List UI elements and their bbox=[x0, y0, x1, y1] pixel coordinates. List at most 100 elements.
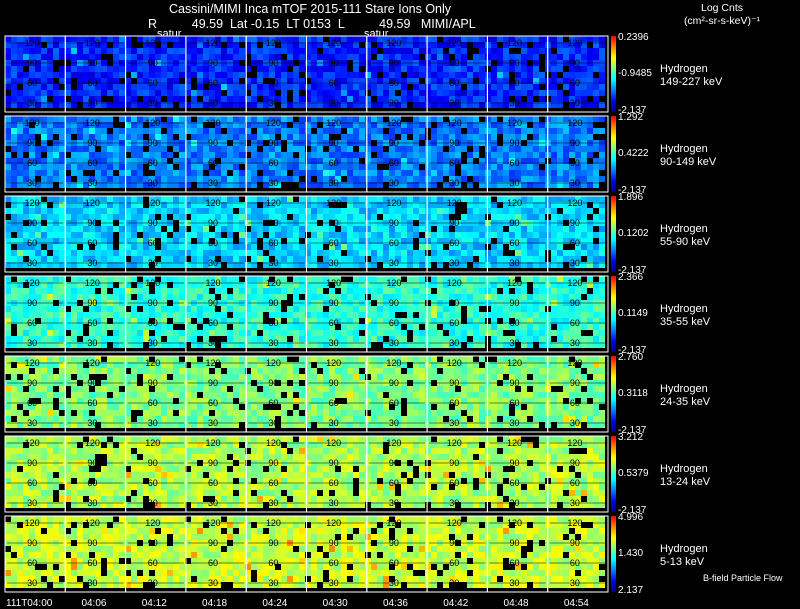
heatmap-cell bbox=[239, 250, 245, 256]
heatmap-cell bbox=[167, 312, 173, 318]
heatmap-cell bbox=[581, 176, 587, 182]
heatmap-cell bbox=[455, 128, 461, 134]
heatmap-cell bbox=[215, 368, 221, 374]
heatmap-cell bbox=[17, 324, 23, 330]
heatmap-cell bbox=[317, 208, 323, 214]
heatmap-cell bbox=[143, 250, 149, 256]
heatmap-cell bbox=[161, 134, 167, 140]
heatmap-cell bbox=[179, 48, 185, 54]
heatmap-cell bbox=[179, 54, 185, 60]
heatmap-cell bbox=[497, 244, 503, 250]
heatmap-cell bbox=[497, 250, 503, 256]
heatmap-cell bbox=[353, 36, 359, 42]
heatmap-cell bbox=[209, 330, 215, 336]
heatmap-cell bbox=[563, 84, 569, 90]
heatmap-cell bbox=[557, 48, 563, 54]
heatmap-cell bbox=[5, 54, 11, 60]
heatmap-cell bbox=[59, 72, 65, 78]
heatmap-cell bbox=[341, 72, 347, 78]
heatmap-cell bbox=[539, 250, 545, 256]
heatmap-cell bbox=[461, 226, 467, 232]
heatmap-cell bbox=[167, 96, 173, 102]
heatmap-cell bbox=[131, 54, 137, 60]
heatmap-cell bbox=[161, 374, 167, 380]
heatmap-cell bbox=[485, 128, 491, 134]
heatmap-cell bbox=[113, 90, 119, 96]
heatmap-cell bbox=[353, 226, 359, 232]
heatmap-cell bbox=[47, 232, 53, 238]
heatmap-cell bbox=[47, 48, 53, 54]
heatmap-cell bbox=[191, 214, 197, 220]
heatmap-cell bbox=[107, 72, 113, 78]
heatmap-cell bbox=[59, 374, 65, 380]
heatmap-cell bbox=[287, 208, 293, 214]
heatmap-cell bbox=[179, 288, 185, 294]
heatmap-cell bbox=[503, 90, 509, 96]
heatmap-cell bbox=[71, 152, 77, 158]
heatmap-cell bbox=[281, 232, 287, 238]
heatmap-cell bbox=[299, 48, 305, 54]
heatmap-cell bbox=[227, 48, 233, 54]
heatmap-cell bbox=[389, 330, 395, 336]
heatmap-cell bbox=[431, 276, 437, 282]
heatmap-cell bbox=[65, 72, 71, 78]
frame-tick-label: 30 bbox=[87, 178, 97, 188]
heatmap-cell bbox=[161, 66, 167, 72]
heatmap-cell bbox=[161, 176, 167, 182]
heatmap-cell bbox=[161, 170, 167, 176]
heatmap-cell bbox=[419, 170, 425, 176]
heatmap-cell bbox=[137, 226, 143, 232]
heatmap-cell bbox=[317, 244, 323, 250]
heatmap-cell bbox=[551, 214, 557, 220]
heatmap-cell bbox=[509, 170, 515, 176]
heatmap-cell bbox=[503, 208, 509, 214]
heatmap-cell bbox=[269, 330, 275, 336]
heatmap-cell bbox=[77, 72, 83, 78]
heatmap-cell bbox=[11, 226, 17, 232]
heatmap-cell bbox=[533, 356, 539, 362]
heatmap-cell bbox=[341, 146, 347, 152]
heatmap-cell bbox=[227, 368, 233, 374]
heatmap-cell bbox=[353, 208, 359, 214]
heatmap-cell bbox=[329, 250, 335, 256]
heatmap-cell bbox=[353, 312, 359, 318]
heatmap-cell bbox=[347, 324, 353, 330]
heatmap-cell bbox=[59, 36, 65, 42]
heatmap-cell bbox=[173, 336, 179, 342]
heatmap-cell bbox=[359, 36, 365, 42]
heatmap-cell bbox=[29, 170, 35, 176]
heatmap-cell bbox=[77, 116, 83, 122]
heatmap-cell bbox=[461, 54, 467, 60]
heatmap-cell bbox=[299, 356, 305, 362]
frame-tick-label: 120 bbox=[326, 38, 341, 48]
heatmap-cell bbox=[311, 312, 317, 318]
heatmap-cell bbox=[17, 96, 23, 102]
heatmap-cell bbox=[47, 146, 53, 152]
heatmap-cell bbox=[539, 294, 545, 300]
heatmap-cell bbox=[173, 48, 179, 54]
heatmap-cell bbox=[53, 256, 59, 262]
heatmap-cell bbox=[5, 128, 11, 134]
heatmap-cell bbox=[563, 368, 569, 374]
heatmap-cell bbox=[437, 96, 443, 102]
heatmap-cell bbox=[503, 48, 509, 54]
frame-tick-label: 60 bbox=[389, 318, 399, 328]
heatmap-cell bbox=[41, 84, 47, 90]
heatmap-cell bbox=[377, 152, 383, 158]
heatmap-cell bbox=[581, 288, 587, 294]
heatmap-cell bbox=[317, 146, 323, 152]
heatmap-cell bbox=[59, 66, 65, 72]
frame-tick-label: 60 bbox=[510, 238, 520, 248]
heatmap-cell bbox=[233, 116, 239, 122]
heatmap-cell bbox=[101, 336, 107, 342]
heatmap-cell bbox=[131, 244, 137, 250]
heatmap-cell bbox=[11, 146, 17, 152]
heatmap-cell bbox=[257, 256, 263, 262]
heatmap-cell bbox=[161, 214, 167, 220]
heatmap-cell bbox=[77, 152, 83, 158]
heatmap-cell bbox=[491, 336, 497, 342]
heatmap-cell bbox=[437, 244, 443, 250]
heatmap-cell bbox=[593, 90, 599, 96]
heatmap-cell bbox=[593, 36, 599, 42]
frame-tick-label: 120 bbox=[447, 118, 462, 128]
